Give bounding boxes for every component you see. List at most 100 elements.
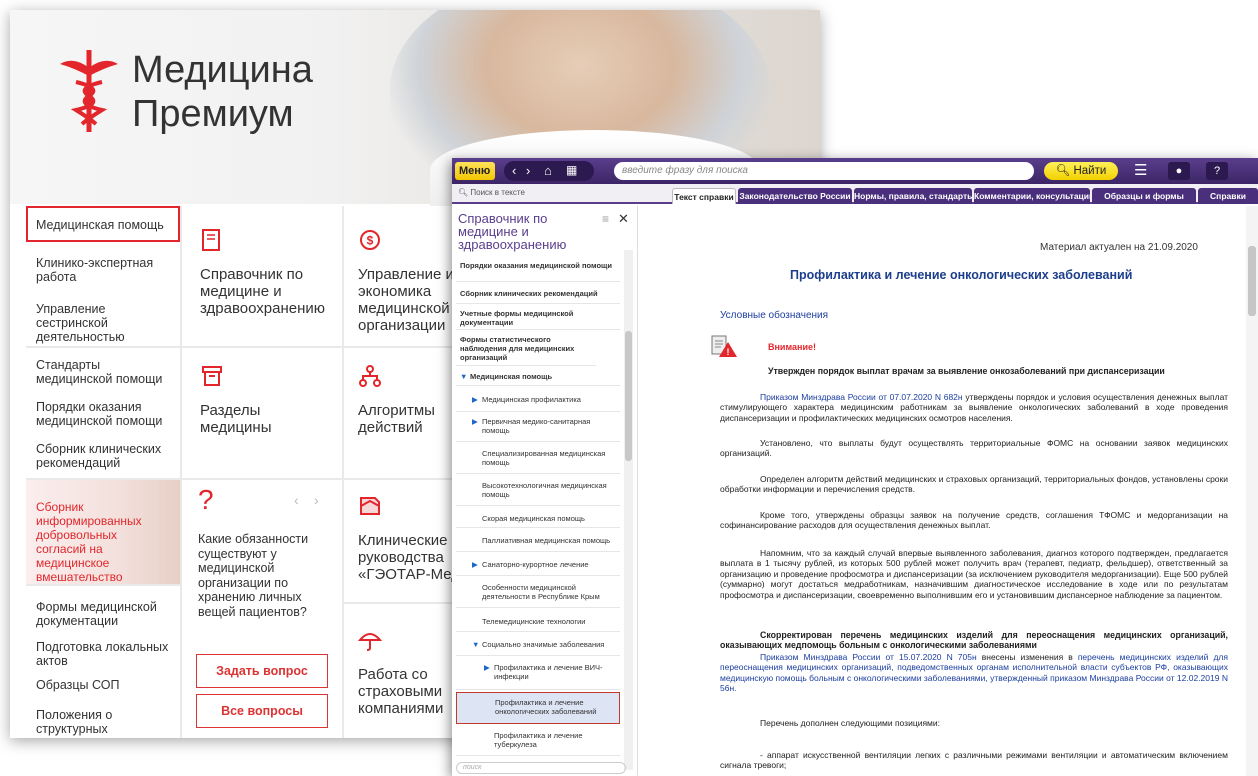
sidebar-scrollbar[interactable] — [624, 250, 633, 770]
tab-text[interactable]: Текст справки — [672, 188, 736, 204]
help-icon[interactable]: ? — [1206, 162, 1228, 180]
question-mark-icon: ? — [198, 484, 214, 515]
document-content: Материал актуален на 21.09.2020 Профилак… — [640, 206, 1258, 776]
link-nursing[interactable]: Управление сестринской деятельностью — [36, 302, 174, 344]
sidebar-item[interactable]: Скорая медицинская помощь — [456, 508, 620, 528]
sidebar-item[interactable]: Учетные формы медицинской документации — [456, 306, 620, 330]
menu-label: Меню — [459, 165, 491, 177]
user-icon[interactable]: ● — [1168, 162, 1190, 180]
brand-line1: Медицина — [132, 49, 313, 91]
warning-icon: ! — [711, 335, 737, 357]
col1-group1: Медицинская помощь Клинико-экспертная ра… — [26, 206, 180, 346]
flowchart-icon — [359, 365, 381, 387]
hamburger-icon[interactable]: ☰ — [1134, 161, 1147, 179]
next-arrow-icon[interactable]: › — [314, 492, 319, 508]
sidebar-item-selected[interactable]: Профилактика и лечение онкологических за… — [456, 692, 620, 724]
grid-icon[interactable]: ▦ — [566, 163, 577, 177]
tab-references[interactable]: Справки — [1198, 188, 1258, 204]
sidebar-item[interactable]: Формы статистического наблюдения для мед… — [456, 332, 596, 366]
expanded-icon: ▼ — [460, 372, 468, 381]
actual-date: Материал актуален на 21.09.2020 — [1040, 242, 1198, 253]
link-local-acts[interactable]: Подготовка локальных актов — [36, 640, 174, 668]
link-clinical-expert[interactable]: Клинико-экспертная работа — [36, 256, 166, 284]
sidebar-title: Справочник по медицине и здравоохранению — [458, 211, 567, 252]
find-label: Найти — [1073, 165, 1107, 177]
prev-arrow-icon[interactable]: ‹ — [294, 492, 299, 508]
back-arrow-icon[interactable]: ‹ — [512, 163, 516, 178]
link-sop[interactable]: Образцы СОП — [36, 678, 174, 692]
guide-book-icon — [360, 497, 380, 515]
tab-norms[interactable]: Нормы, правила, стандарты — [854, 188, 972, 204]
search-input[interactable]: введите фразу для поиска — [614, 162, 1034, 180]
link-recommendations[interactable]: Сборник клинических рекомендаций — [36, 442, 174, 470]
promo-consents[interactable]: Сборник информированных добровольных сог… — [26, 480, 180, 584]
sidebar-item[interactable]: ▼ Социально значимые заболевания — [456, 634, 620, 656]
promo-text: Сборник информированных добровольных сог… — [36, 500, 142, 584]
sidebar-item[interactable]: Паллиативная медицинская помощь — [456, 530, 620, 552]
tabs-row: 🔍︎ Поиск в тексте Текст справки Законода… — [452, 184, 1258, 204]
order-705-link[interactable]: Приказом Минздрава России от 15.07.2020 … — [760, 652, 977, 662]
sidebar-search-input[interactable]: поиск — [456, 762, 626, 774]
forward-arrow-icon[interactable]: › — [526, 163, 530, 178]
menu-button[interactable]: Меню ▾ — [455, 162, 495, 195]
svg-text:!: ! — [727, 347, 730, 357]
link-procedures[interactable]: Порядки оказания медицинской помощи — [36, 400, 174, 428]
tab-legislation[interactable]: Законодательство России — [738, 188, 852, 204]
close-icon[interactable]: ✕ — [618, 211, 629, 227]
tile-handbook[interactable]: Справочник по медицине и здравоохранению — [182, 206, 342, 346]
tile-handbook-title: Справочник по медицине и здравоохранению — [200, 266, 326, 317]
caduceus-logo-icon — [60, 50, 118, 132]
sidebar-item-medhelp[interactable]: ▼ Медицинская помощь — [456, 368, 620, 386]
tile-sections-title: Разделы медицины — [200, 402, 272, 436]
find-button[interactable]: 🔍︎ Найти — [1044, 162, 1118, 180]
home-icon[interactable]: ⌂ — [544, 163, 552, 178]
sidebar-item-label: Социально значимые заболевания — [482, 640, 605, 649]
document-title: Профилактика и лечение онкологических за… — [790, 268, 1133, 282]
sidebar-item[interactable]: Особенности медицинской деятельности в Р… — [456, 578, 620, 608]
sidebar-item[interactable]: Профилактика и лечение туберкулеза — [456, 726, 620, 756]
link-standards[interactable]: Стандарты медицинской помощи — [36, 358, 174, 386]
sidebar-item-label: Медицинская помощь — [470, 372, 553, 381]
expanded-icon: ▼ — [472, 640, 480, 649]
sidebar-item[interactable]: Высокотехнологичная медицинская помощь — [456, 476, 620, 506]
document-scroll-thumb[interactable] — [1248, 246, 1256, 316]
link-regulations[interactable]: Положения о структурных подразделениях — [36, 708, 176, 738]
archive-icon — [202, 366, 222, 386]
paragraph-4: Кроме того, утверждены образцы заявок на… — [720, 510, 1228, 531]
collapsed-icon: ▶ — [484, 663, 490, 672]
brand-line2: Премиум — [132, 93, 294, 135]
col1-group3: Формы медицинской документации Подготовк… — [26, 586, 180, 738]
tab-comments[interactable]: Комментарии, консультации — [974, 188, 1090, 204]
search-in-text-label: Поиск в тексте — [470, 188, 525, 197]
sidebar-item[interactable]: Сборник клинических рекомендаций — [456, 284, 620, 304]
tile-sections[interactable]: Разделы медицины — [182, 348, 342, 478]
sidebar-item-label: Санаторно-курортное лечение — [482, 560, 589, 569]
search-in-text-link[interactable]: 🔍︎ Поиск в тексте — [458, 188, 525, 197]
sidebar-item[interactable]: Порядки оказания медицинской помощи — [456, 258, 620, 282]
all-questions-button[interactable]: Все вопросы — [196, 694, 328, 728]
link-medical-help[interactable]: Медицинская помощь — [36, 218, 164, 232]
app-window: Меню ▾ ‹ › ⌂ ▦ введите фразу для поиска … — [452, 158, 1258, 776]
question-text[interactable]: Какие обязанности существуют у медицинск… — [198, 532, 328, 619]
order-682-link[interactable]: Приказом Минздрава России от 07.07.2020 … — [760, 392, 963, 402]
sidebar-scroll-thumb[interactable] — [625, 331, 632, 461]
collapsed-icon: ▶ — [472, 417, 478, 426]
attention-label: Внимание! — [768, 342, 816, 352]
paragraph-2: Установлено, что выплаты будут осуществл… — [720, 438, 1228, 459]
headline-1: Утвержден порядок выплат врачам за выявл… — [768, 366, 1165, 376]
sidebar-item[interactable]: ▶ Первичная медико-санитарная помощь — [456, 414, 620, 442]
paragraph-6: Приказом Минздрава России от 15.07.2020 … — [720, 652, 1228, 694]
legend-link[interactable]: Условные обозначения — [720, 310, 828, 321]
tab-samples[interactable]: Образцы и формы — [1092, 188, 1196, 204]
list-icon[interactable]: ≡ — [602, 212, 609, 226]
sidebar-item[interactable]: Специализированная медицинская помощь — [456, 444, 620, 474]
link-forms[interactable]: Формы медицинской документации — [36, 600, 174, 628]
sidebar-item[interactable]: ▶ Санаторно-курортное лечение — [456, 554, 620, 576]
sidebar-item[interactable]: Телемедицинские технологии — [456, 610, 620, 632]
sidebar-item[interactable]: ▶ Медицинская профилактика — [456, 388, 620, 412]
ask-question-button[interactable]: Задать вопрос — [196, 654, 328, 688]
collapsed-icon: ▶ — [472, 560, 478, 569]
sidebar-item[interactable]: ▶ Профилактика и лечение ВИЧ-инфекции — [456, 658, 620, 690]
brand-name: Медицина Премиум — [132, 48, 313, 136]
umbrella-icon — [358, 633, 382, 651]
